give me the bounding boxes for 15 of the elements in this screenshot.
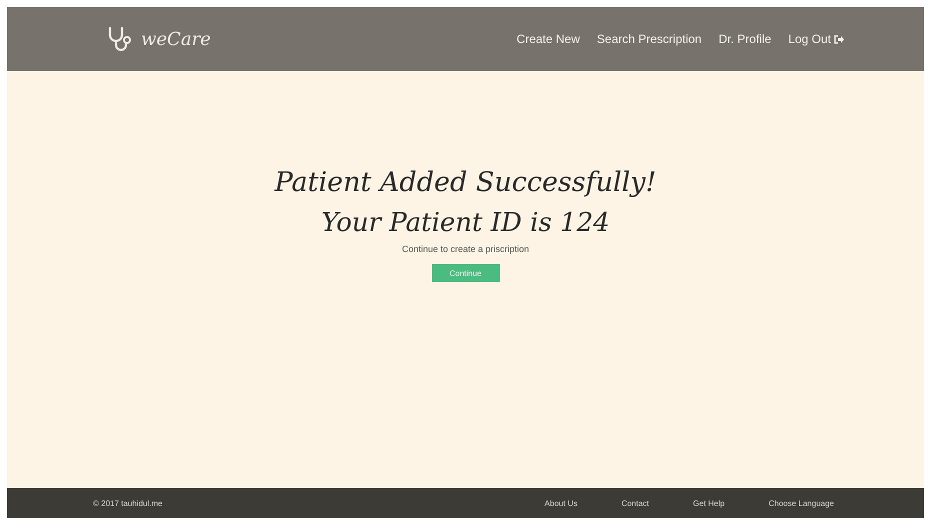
logout-link[interactable]: Log Out [788,32,844,46]
nav-link[interactable]: Dr. Profile [718,32,772,46]
footer-link[interactable]: Contact [621,498,650,508]
footer-link[interactable]: Get Help [693,498,725,508]
success-title: Patient Added Successfully! [274,166,656,200]
sign-out-icon [834,34,844,44]
patient-id-text: Your Patient ID is 124 [321,207,610,240]
copyright-text: © 2017 tauhidul.me [93,498,162,508]
hint-text: Continue to create a priscription [402,244,530,254]
brand-name: weCare [141,28,211,50]
footer-link[interactable]: Choose Language [768,498,834,508]
continue-button[interactable]: Continue [432,264,500,282]
nav-link[interactable]: Search Prescription [596,32,702,46]
footer-link[interactable]: About Us [544,498,578,508]
nav-link[interactable]: Create New [516,32,580,46]
